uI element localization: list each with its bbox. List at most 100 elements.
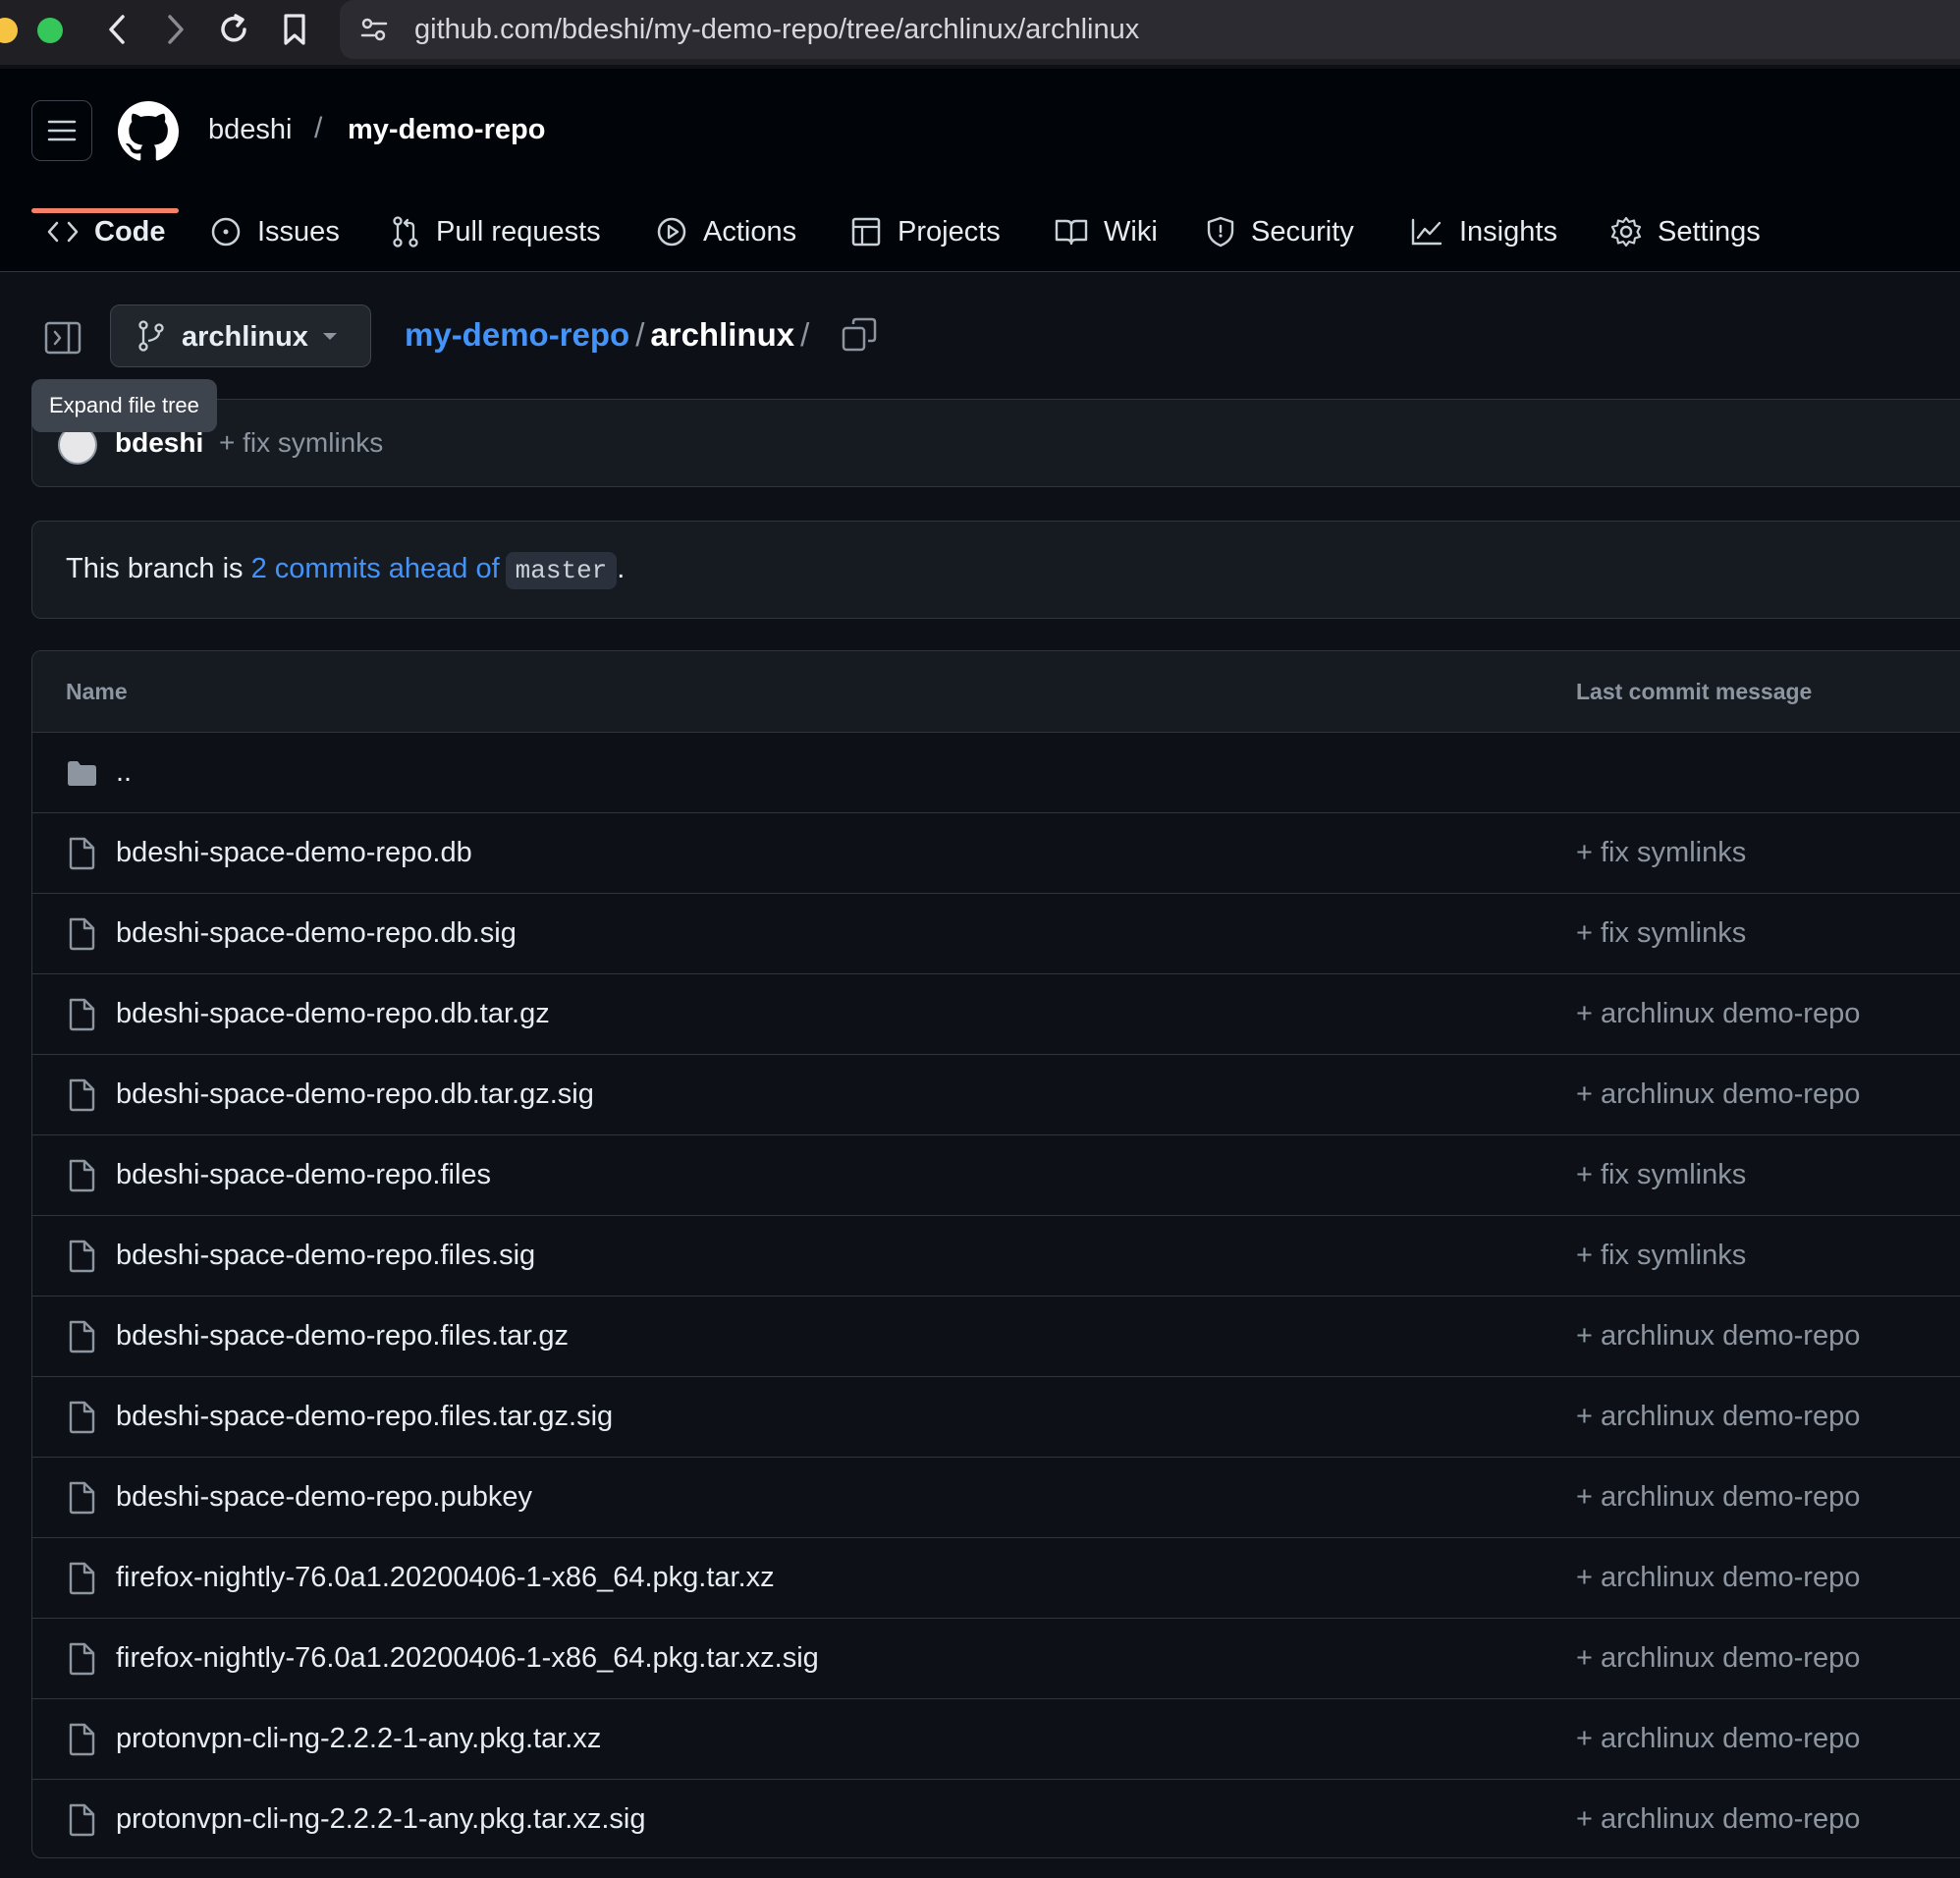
table-row[interactable]: bdeshi-space-demo-repo.files + fix symlin… [32,1135,1960,1216]
tab-settings-label: Settings [1658,215,1761,248]
folder-icon [68,761,96,786]
tab-pull-requests[interactable]: Pull requests [391,194,601,269]
branch-selector-button[interactable]: archlinux [110,304,371,367]
shield-icon [1207,216,1234,248]
table-row[interactable]: bdeshi-space-demo-repo.pubkey + archlinux… [32,1458,1960,1538]
site-settings-icon[interactable] [359,16,389,43]
file-name-link[interactable]: bdeshi-space-demo-repo.files [116,1159,491,1191]
last-commit-message-link[interactable]: + archlinux demo-repo [1576,1642,1860,1675]
parent-directory-link[interactable]: .. [116,756,132,789]
path-current-dir: archlinux [650,316,795,353]
file-icon [69,1562,95,1595]
tab-projects[interactable]: Projects [850,194,1001,269]
table-row[interactable]: bdeshi-space-demo-repo.files.sig + fix sy… [32,1216,1960,1297]
tab-insights[interactable]: Insights [1410,194,1557,269]
file-name-link[interactable]: firefox-nightly-76.0a1.20200406-1-x86_64… [116,1562,775,1594]
tab-actions[interactable]: Actions [656,194,796,269]
back-icon[interactable] [98,10,137,49]
commit-message[interactable]: + fix symlinks [219,427,383,459]
table-row[interactable]: bdeshi-space-demo-repo.db.sig + fix symli… [32,894,1960,974]
last-commit-message-link[interactable]: + archlinux demo-repo [1576,998,1860,1030]
bookmark-icon[interactable] [275,10,314,49]
file-name-link[interactable]: firefox-nightly-76.0a1.20200406-1-x86_64… [116,1642,819,1675]
path-repo-link[interactable]: my-demo-repo [405,316,629,353]
file-icon [69,1803,95,1837]
minimize-window-button[interactable] [0,18,18,43]
url-text[interactable]: github.com/bdeshi/my-demo-repo/tree/arch… [414,14,1139,46]
github-logo-icon[interactable] [118,101,179,162]
last-commit-message-link[interactable]: + fix symlinks [1576,1159,1746,1191]
path-trailing-separator: / [800,316,810,353]
last-commit-message-link[interactable]: + fix symlinks [1576,837,1746,869]
file-path-breadcrumb: my-demo-repo / archlinux / [405,316,815,354]
parent-directory-row[interactable]: .. [32,733,1960,813]
file-list-table: Name Last commit message .. bdeshi-space… [31,650,1960,1858]
tab-code-label: Code [94,215,166,248]
tab-wiki[interactable]: Wiki [1055,194,1158,269]
last-commit-message-link[interactable]: + archlinux demo-repo [1576,1562,1860,1594]
forward-icon[interactable] [155,10,194,49]
table-row[interactable]: bdeshi-space-demo-repo.db.tar.gz.sig + ar… [32,1055,1960,1135]
branch-status-prefix: This branch is [66,553,251,584]
last-commit-message-link[interactable]: + archlinux demo-repo [1576,1078,1860,1111]
last-commit-message-link[interactable]: + archlinux demo-repo [1576,1723,1860,1755]
file-name-link[interactable]: bdeshi-space-demo-repo.db.sig [116,917,517,950]
column-header-name: Name [66,679,128,704]
branch-status-box: This branch is 2 commits ahead of master. [31,521,1960,619]
file-icon [69,837,95,870]
file-name-link[interactable]: bdeshi-space-demo-repo.db.tar.gz [116,998,550,1030]
last-commit-message-link[interactable]: + fix symlinks [1576,917,1746,950]
file-name-link[interactable]: bdeshi-space-demo-repo.files.tar.gz [116,1320,569,1353]
table-row[interactable]: bdeshi-space-demo-repo.files.tar.gz + arc… [32,1297,1960,1377]
table-row[interactable]: bdeshi-space-demo-repo.db + fix symlinks [32,813,1960,894]
file-icon [69,1723,95,1756]
table-row[interactable]: protonvpn-cli-ng-2.2.2-1-any.pkg.tar.xz +… [32,1699,1960,1780]
menu-button[interactable] [31,100,92,161]
file-name-link[interactable]: bdeshi-space-demo-repo.db [116,837,472,869]
file-icon [69,1240,95,1273]
owner-link[interactable]: bdeshi [208,114,292,146]
file-name-link[interactable]: bdeshi-space-demo-repo.files.tar.gz.sig [116,1401,613,1433]
tab-issues-label: Issues [257,215,340,248]
sidebar-expand-icon[interactable] [43,318,82,358]
tab-issues[interactable]: Issues [210,194,340,269]
file-name-link[interactable]: protonvpn-cli-ng-2.2.2-1-any.pkg.tar.xz.… [116,1803,645,1836]
address-bar[interactable]: github.com/bdeshi/my-demo-repo/tree/arch… [340,0,1960,59]
last-commit-message-link[interactable]: + fix symlinks [1576,1240,1746,1272]
last-commit-message-link[interactable]: + archlinux demo-repo [1576,1803,1860,1836]
table-row[interactable]: firefox-nightly-76.0a1.20200406-1-x86_64… [32,1538,1960,1619]
table-header: Name Last commit message [32,651,1960,733]
tab-code[interactable]: Code [47,194,166,269]
file-name-link[interactable]: bdeshi-space-demo-repo.files.sig [116,1240,535,1272]
last-commit-message-link[interactable]: + archlinux demo-repo [1576,1481,1860,1514]
table-row[interactable]: bdeshi-space-demo-repo.files.tar.gz.sig +… [32,1377,1960,1458]
file-icon [69,1642,95,1676]
file-icon [69,1320,95,1353]
book-icon [1055,219,1088,246]
file-name-link[interactable]: bdeshi-space-demo-repo.pubkey [116,1481,532,1514]
copy-path-icon[interactable] [841,316,878,354]
table-row[interactable]: protonvpn-cli-ng-2.2.2-1-any.pkg.tar.xz.… [32,1780,1960,1857]
file-name-link[interactable]: protonvpn-cli-ng-2.2.2-1-any.pkg.tar.xz [116,1723,601,1755]
reload-icon[interactable] [214,10,253,49]
tab-pull-requests-label: Pull requests [436,215,601,248]
base-branch-chip: master [505,552,618,589]
commits-ahead-link[interactable]: 2 commits ahead of [251,553,500,584]
last-commit-message-link[interactable]: + archlinux demo-repo [1576,1401,1860,1433]
latest-commit-box: bdeshi + fix symlinks [31,399,1960,487]
gear-icon [1610,216,1642,248]
table-row[interactable]: bdeshi-space-demo-repo.db.tar.gz + archli… [32,974,1960,1055]
maximize-window-button[interactable] [37,18,63,43]
repo-link[interactable]: my-demo-repo [348,114,545,146]
hamburger-icon [47,120,77,141]
file-icon [69,1401,95,1434]
file-icon [69,1078,95,1112]
tab-insights-label: Insights [1459,215,1557,248]
tab-security-label: Security [1251,215,1354,248]
tab-security[interactable]: Security [1206,194,1354,269]
table-row[interactable]: firefox-nightly-76.0a1.20200406-1-x86_64… [32,1619,1960,1699]
file-name-link[interactable]: bdeshi-space-demo-repo.db.tar.gz.sig [116,1078,594,1111]
last-commit-message-link[interactable]: + archlinux demo-repo [1576,1320,1860,1353]
path-separator: / [635,316,645,353]
tab-settings[interactable]: Settings [1610,194,1761,269]
